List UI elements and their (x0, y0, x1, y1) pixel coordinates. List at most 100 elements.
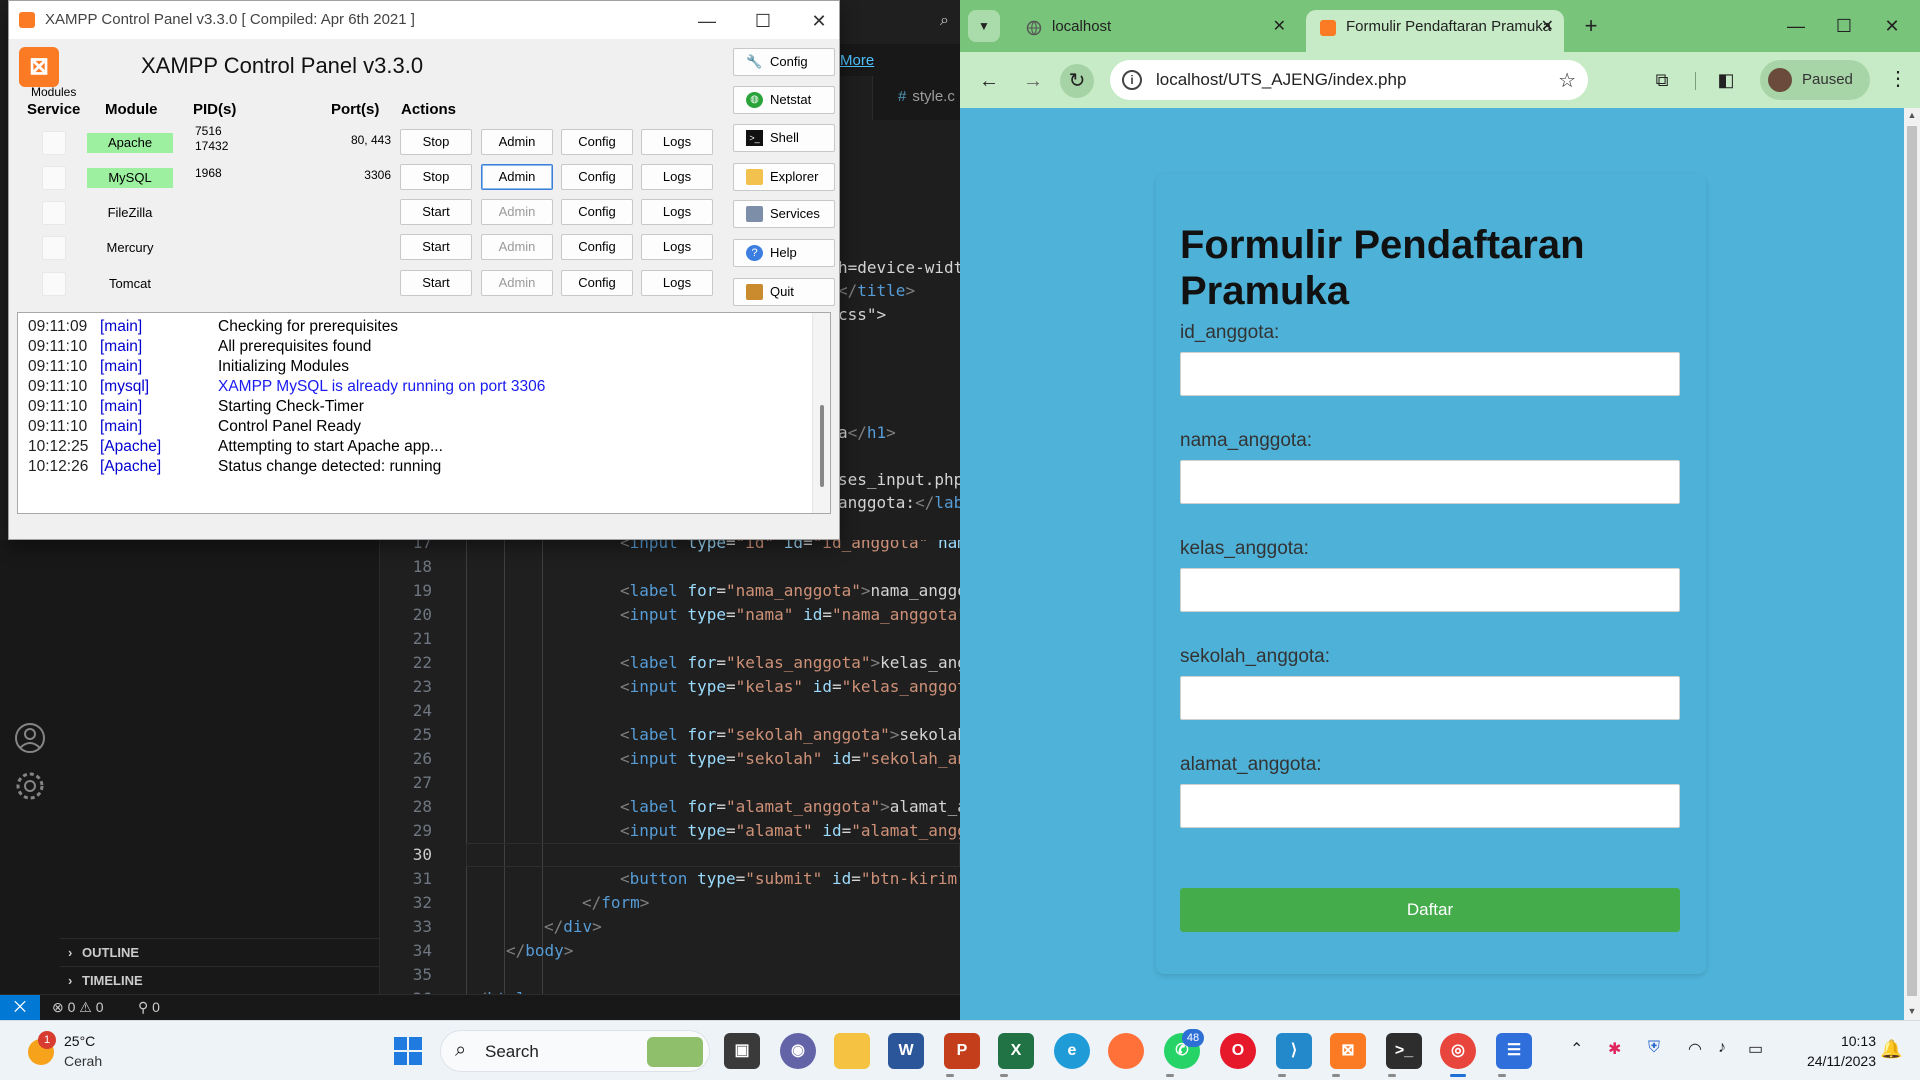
edge-icon[interactable]: e (1054, 1033, 1090, 1069)
admin-button[interactable]: Admin (481, 234, 553, 260)
config-button[interactable]: 🔧 Config (733, 48, 835, 76)
start-stop-button[interactable]: Stop (400, 129, 472, 155)
config-module-button[interactable]: Config (561, 234, 633, 260)
admin-button[interactable]: Admin (481, 199, 553, 225)
security-shield-icon[interactable]: ⛨ (1648, 1039, 1660, 1057)
log-scrollbar[interactable] (812, 313, 830, 513)
quit-button[interactable]: Quit (733, 278, 835, 306)
clock[interactable]: 10:13 24/11/2023 (1780, 1031, 1876, 1071)
alamat-anggota-input[interactable] (1180, 784, 1680, 828)
firefox-icon[interactable] (1108, 1033, 1144, 1069)
wifi-icon[interactable]: ◠ (1688, 1039, 1702, 1059)
side-panel-icon[interactable]: ◧ (1712, 66, 1740, 94)
tab-search-button[interactable]: ▼ (968, 10, 1000, 42)
battery-icon[interactable]: ▭ (1748, 1039, 1763, 1059)
config-module-button[interactable]: Config (561, 164, 633, 190)
help-button[interactable]: ? Help (733, 239, 835, 267)
admin-button[interactable]: Admin (481, 129, 553, 155)
scroll-up-arrow[interactable]: ▲ (1904, 110, 1920, 120)
windows-start-icon[interactable] (390, 1033, 426, 1069)
word-icon[interactable]: W (888, 1033, 924, 1069)
service-checkbox[interactable] (42, 166, 66, 190)
opera-icon[interactable]: O (1220, 1033, 1256, 1069)
service-checkbox[interactable] (42, 272, 66, 296)
more-link[interactable]: More (840, 52, 874, 69)
editor-tab-style[interactable]: # style.c (898, 88, 955, 105)
tray-app-icon[interactable]: ✱ (1608, 1039, 1621, 1059)
new-tab-button[interactable]: + (1576, 12, 1606, 42)
notepad-icon[interactable]: ☰ (1496, 1033, 1532, 1069)
netstat-button[interactable]: ◍ Netstat (733, 86, 835, 114)
explorer-button[interactable]: Explorer (733, 163, 835, 191)
start-stop-button[interactable]: Start (400, 234, 472, 260)
excel-icon[interactable]: X (998, 1033, 1034, 1069)
volume-icon[interactable]: ♪ (1718, 1039, 1726, 1057)
close-tab-icon[interactable]: ✕ (1541, 10, 1554, 44)
ports-indicator[interactable]: ⚲ 0 (138, 999, 160, 1016)
search-icon[interactable]: ⌕ (940, 12, 949, 30)
page-scrollbar[interactable]: ▲ ▼ (1904, 108, 1920, 1020)
service-checkbox[interactable] (42, 236, 66, 260)
scroll-down-arrow[interactable]: ▼ (1904, 1006, 1920, 1016)
minimize-button[interactable]: — (1774, 12, 1818, 40)
service-checkbox[interactable] (42, 131, 66, 155)
timeline-section[interactable]: › TIMELINE (60, 966, 380, 994)
forward-button[interactable]: → (1016, 64, 1050, 98)
logs-button[interactable]: Logs (641, 234, 713, 260)
file-explorer-icon[interactable] (834, 1033, 870, 1069)
start-stop-button[interactable]: Start (400, 270, 472, 296)
terminal-icon[interactable]: >_ (1386, 1033, 1422, 1069)
config-module-button[interactable]: Config (561, 129, 633, 155)
maximize-button[interactable]: ☐ (743, 7, 783, 35)
start-stop-button[interactable]: Stop (400, 164, 472, 190)
powerpoint-icon[interactable]: P (944, 1033, 980, 1069)
address-bar[interactable]: i localhost/UTS_AJENG/index.php ☆ (1110, 60, 1588, 100)
close-button[interactable]: ✕ (1870, 12, 1914, 40)
services-button[interactable]: Services (733, 200, 835, 228)
vscode-icon[interactable]: ⟩ (1276, 1033, 1312, 1069)
chrome-icon[interactable]: ◎ (1440, 1033, 1476, 1069)
logs-button[interactable]: Logs (641, 164, 713, 190)
account-icon[interactable] (12, 720, 48, 756)
back-button[interactable]: ← (972, 64, 1006, 98)
logs-button[interactable]: Logs (641, 129, 713, 155)
logs-button[interactable]: Logs (641, 199, 713, 225)
taskbar-search[interactable]: ⌕ Search (440, 1030, 710, 1072)
site-info-icon[interactable]: i (1122, 70, 1142, 90)
close-button[interactable]: ✕ (799, 7, 839, 35)
sekolah-anggota-input[interactable] (1180, 676, 1680, 720)
gear-icon[interactable] (12, 768, 48, 804)
weather-widget[interactable]: 1 25°C Cerah (24, 1027, 124, 1075)
admin-button[interactable]: Admin (481, 270, 553, 296)
teams-icon[interactable]: ◉ (780, 1033, 816, 1069)
tab-formulir[interactable]: Formulir Pendaftaran Pramuka ✕ (1306, 10, 1564, 52)
nama-anggota-input[interactable] (1180, 460, 1680, 504)
admin-button[interactable]: Admin (481, 164, 553, 190)
config-module-button[interactable]: Config (561, 199, 633, 225)
bookmark-star-icon[interactable]: ☆ (1558, 68, 1576, 93)
tab-localhost[interactable]: localhost ✕ (1012, 10, 1296, 52)
maximize-button[interactable]: ☐ (1822, 12, 1866, 40)
id-anggota-input[interactable] (1180, 352, 1680, 396)
reload-button[interactable]: ↻ (1060, 64, 1094, 98)
log-panel[interactable]: 09:11:09 [main] Checking for prerequisites… (17, 312, 831, 514)
submit-button[interactable]: Daftar (1180, 888, 1680, 932)
config-module-button[interactable]: Config (561, 270, 633, 296)
notification-bell-icon[interactable]: 🔔 (1880, 1039, 1902, 1060)
chevron-up-icon[interactable]: ⌃ (1570, 1039, 1583, 1059)
start-stop-button[interactable]: Start (400, 199, 472, 225)
xampp-icon[interactable]: ⊠ (1330, 1033, 1366, 1069)
kebab-menu-icon[interactable]: ⋮ (1888, 66, 1908, 91)
remote-icon[interactable]: ⨉ (0, 995, 40, 1021)
outline-section[interactable]: › OUTLINE (60, 938, 380, 966)
scroll-thumb[interactable] (1907, 126, 1917, 996)
service-checkbox[interactable] (42, 201, 66, 225)
close-tab-icon[interactable]: ✕ (1273, 10, 1286, 44)
kelas-anggota-input[interactable] (1180, 568, 1680, 612)
code-editor[interactable]: 17 <input type="id" id="id_anggota" name=… (380, 540, 960, 1005)
task-view-icon[interactable]: ▣ (724, 1033, 760, 1069)
extensions-icon[interactable]: ⧉ (1648, 66, 1676, 94)
profile-button[interactable]: Paused (1760, 60, 1870, 100)
scroll-thumb[interactable] (820, 405, 824, 487)
minimize-button[interactable]: — (687, 7, 727, 35)
